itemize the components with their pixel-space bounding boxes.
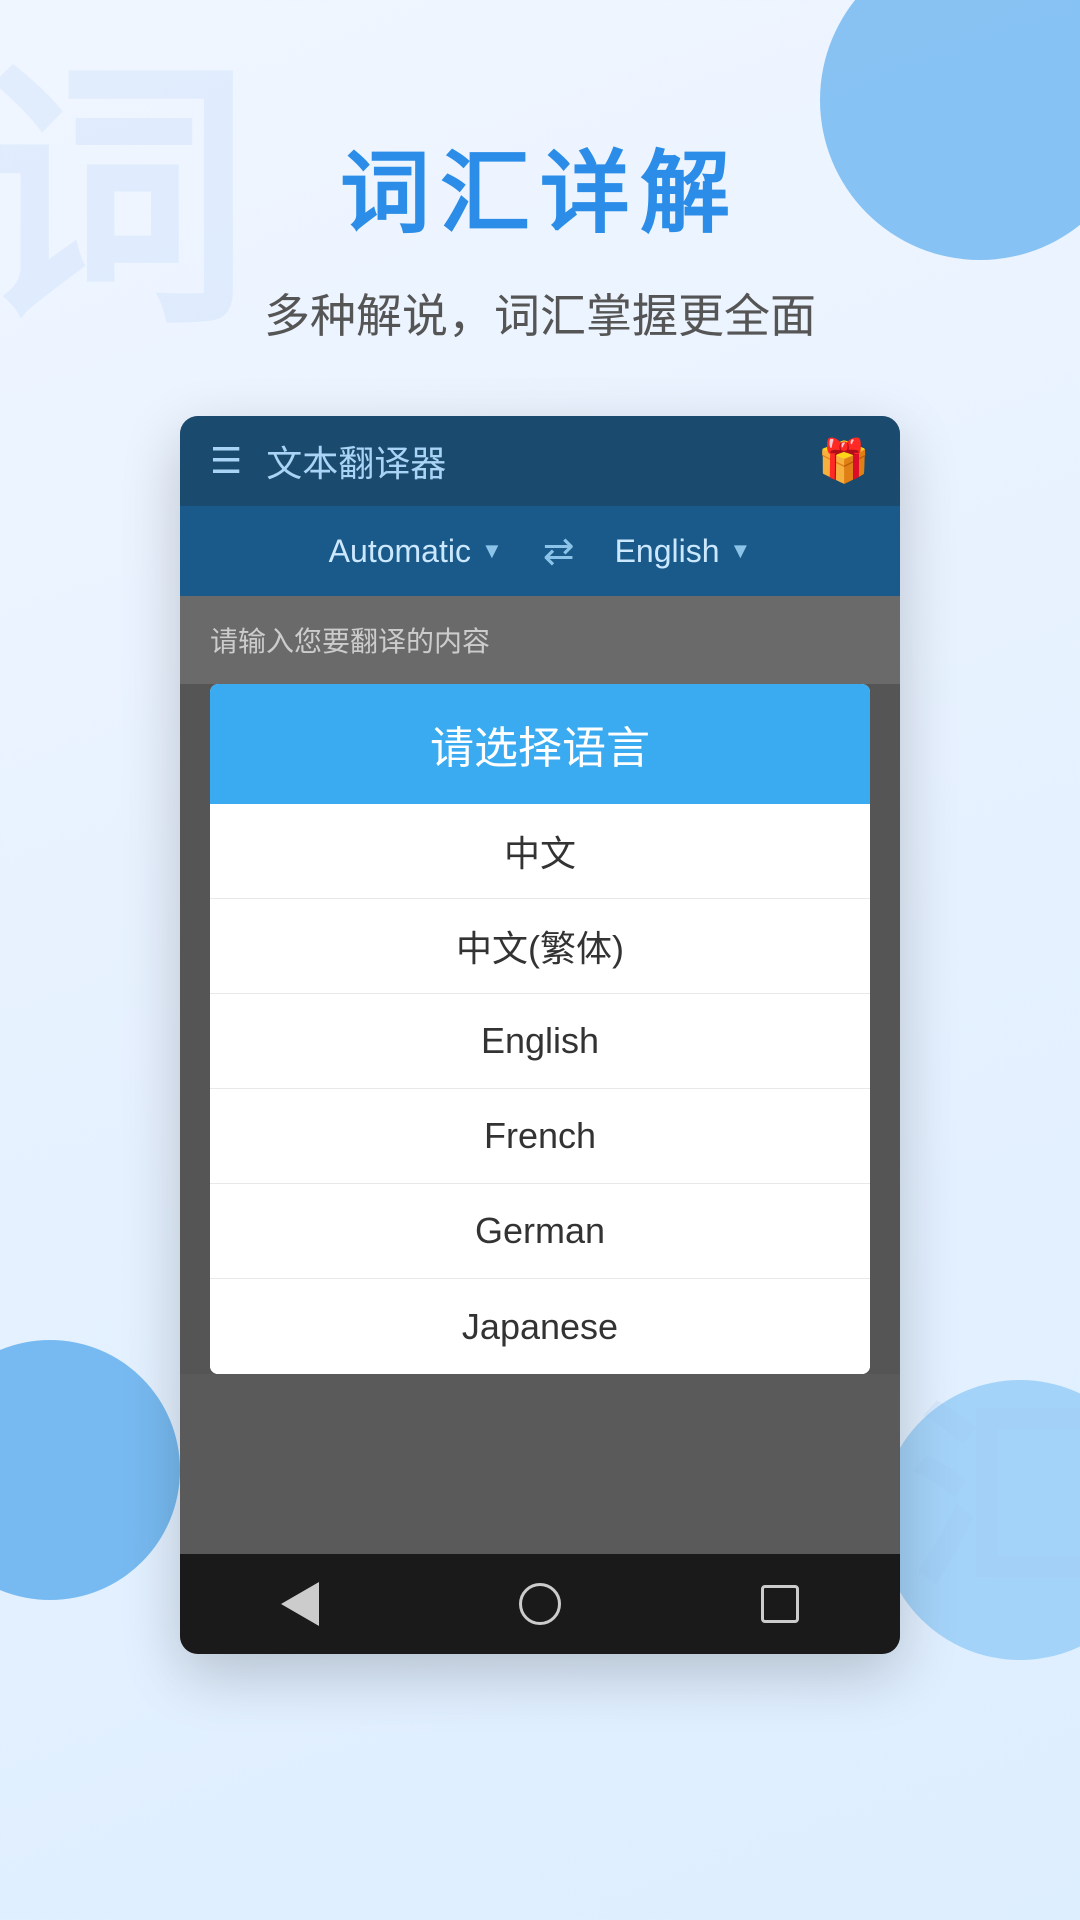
target-lang-chevron-icon: ▼ xyxy=(730,538,752,564)
nav-back-icon xyxy=(281,1582,319,1626)
menu-icon[interactable]: ☰ xyxy=(210,440,242,482)
input-placeholder-text: 请输入您要翻译的内容 xyxy=(210,626,490,657)
app-title: 文本翻译器 xyxy=(266,435,817,487)
target-language-label: English xyxy=(615,533,720,570)
page-title: 词汇详解 xyxy=(340,120,740,250)
translation-input-area[interactable]: 请输入您要翻译的内容 xyxy=(180,596,900,684)
lang-selector-bar: Automatic ▼ ⇄ English ▼ xyxy=(180,506,900,596)
app-topbar: ☰ 文本翻译器 🎁 xyxy=(180,416,900,506)
language-item-ja[interactable]: Japanese xyxy=(210,1279,870,1374)
language-label-de: German xyxy=(475,1210,605,1252)
nav-home-icon xyxy=(519,1583,561,1625)
nav-home-button[interactable] xyxy=(500,1574,580,1634)
bottom-gray-area xyxy=(180,1374,900,1554)
dialog-title: 请选择语言 xyxy=(430,724,650,773)
language-label-zh: 中文 xyxy=(504,825,576,877)
swap-languages-icon[interactable]: ⇄ xyxy=(543,529,575,574)
nav-back-button[interactable] xyxy=(260,1574,340,1634)
app-mockup: ☰ 文本翻译器 🎁 Automatic ▼ ⇄ English ▼ 请输入您要翻… xyxy=(180,416,900,1654)
language-item-zh-tw[interactable]: 中文(繁体) xyxy=(210,899,870,994)
language-select-dialog: 请选择语言 中文 中文(繁体) English French xyxy=(210,684,870,1374)
gift-icon[interactable]: 🎁 xyxy=(818,437,870,486)
language-item-zh[interactable]: 中文 xyxy=(210,804,870,899)
nav-recent-icon xyxy=(761,1585,799,1623)
dialog-header: 请选择语言 xyxy=(210,684,870,804)
language-item-de[interactable]: German xyxy=(210,1184,870,1279)
language-item-fr[interactable]: French xyxy=(210,1089,870,1184)
source-language-label: Automatic xyxy=(329,533,471,570)
page-subtitle: 多种解说，词汇掌握更全面 xyxy=(264,280,816,346)
language-label-zh-tw: 中文(繁体) xyxy=(456,920,624,972)
dialog-overlay: 请选择语言 中文 中文(繁体) English French xyxy=(180,684,900,1554)
android-navbar xyxy=(180,1554,900,1654)
language-list: 中文 中文(繁体) English French German xyxy=(210,804,870,1374)
source-language-button[interactable]: Automatic ▼ xyxy=(329,533,503,570)
target-language-button[interactable]: English ▼ xyxy=(615,533,752,570)
language-label-ja: Japanese xyxy=(462,1306,618,1348)
language-label-en: English xyxy=(481,1020,599,1062)
language-label-fr: French xyxy=(484,1115,596,1157)
content-wrapper: 词汇详解 多种解说，词汇掌握更全面 ☰ 文本翻译器 🎁 Automatic ▼ … xyxy=(0,0,1080,1654)
nav-recent-button[interactable] xyxy=(740,1574,820,1634)
language-item-en[interactable]: English xyxy=(210,994,870,1089)
source-lang-chevron-icon: ▼ xyxy=(481,538,503,564)
